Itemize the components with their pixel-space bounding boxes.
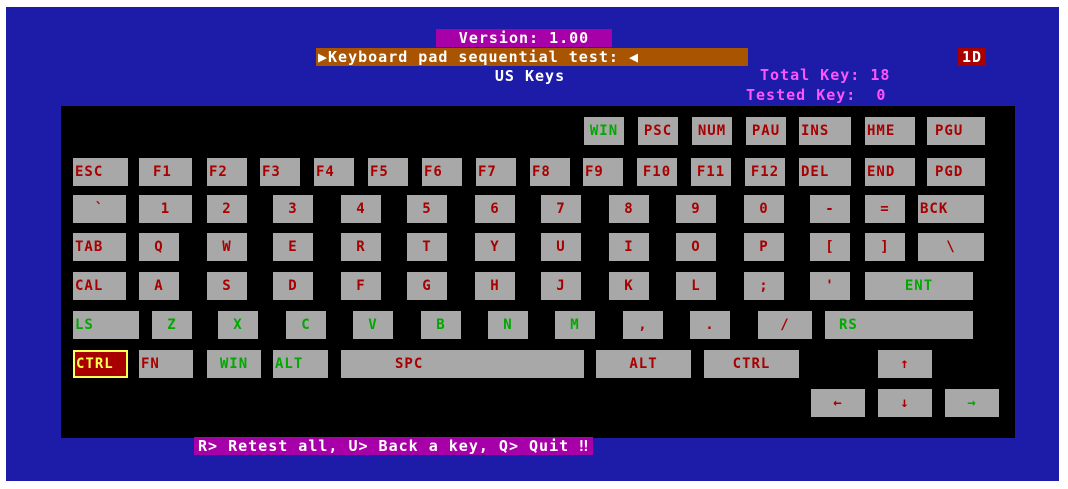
key-t[interactable]: T	[407, 233, 447, 261]
tested-key-count: Tested Key: 0	[746, 86, 887, 104]
key-k[interactable]: K	[609, 272, 649, 300]
key-enter[interactable]: ENT	[865, 272, 973, 300]
key-c[interactable]: C	[286, 311, 326, 339]
key-b[interactable]: B	[421, 311, 461, 339]
key-caps-lock[interactable]: CAL	[73, 272, 126, 300]
key-l[interactable]: L	[676, 272, 716, 300]
key-f5[interactable]: F5	[368, 158, 408, 186]
key-end[interactable]: END	[865, 158, 915, 186]
total-key-count: Total Key: 18	[760, 66, 891, 84]
key-left-bracket[interactable]: [	[810, 233, 850, 261]
test-title: ▶Keyboard pad sequential test: ◀	[316, 48, 748, 66]
key-hme[interactable]: HME	[865, 117, 915, 145]
key-right-alt[interactable]: ALT	[596, 350, 691, 378]
key-h[interactable]: H	[475, 272, 515, 300]
key-7[interactable]: 7	[541, 195, 581, 223]
key-arrow-down[interactable]: ↓	[878, 389, 932, 417]
key-arrow-right[interactable]: →	[945, 389, 999, 417]
key-f2[interactable]: F2	[207, 158, 247, 186]
key-slash[interactable]: /	[758, 311, 812, 339]
key-m[interactable]: M	[555, 311, 595, 339]
key-right-shift[interactable]: RS	[825, 311, 973, 339]
key-f4[interactable]: F4	[314, 158, 354, 186]
key-d[interactable]: D	[273, 272, 313, 300]
key-backspace[interactable]: BCK	[918, 195, 984, 223]
key-1[interactable]: 1	[139, 195, 192, 223]
key-pgu[interactable]: PGU	[927, 117, 985, 145]
key-n[interactable]: N	[488, 311, 528, 339]
key-arrow-left[interactable]: ←	[811, 389, 865, 417]
key-quote[interactable]: '	[810, 272, 850, 300]
key-0[interactable]: 0	[744, 195, 784, 223]
key-f[interactable]: F	[341, 272, 381, 300]
key-f7[interactable]: F7	[476, 158, 516, 186]
key-left-shift[interactable]: LS	[73, 311, 139, 339]
key-6[interactable]: 6	[475, 195, 515, 223]
key-space[interactable]: SPC	[341, 350, 584, 378]
key-5[interactable]: 5	[407, 195, 447, 223]
key-semicolon[interactable]: ;	[744, 272, 784, 300]
key-right-ctrl[interactable]: CTRL	[704, 350, 799, 378]
key-x[interactable]: X	[218, 311, 258, 339]
key-j[interactable]: J	[541, 272, 581, 300]
key-backtick[interactable]: `	[73, 195, 126, 223]
key-w[interactable]: W	[207, 233, 247, 261]
key-f10[interactable]: F10	[637, 158, 677, 186]
key-v[interactable]: V	[353, 311, 393, 339]
key-f8[interactable]: F8	[530, 158, 570, 186]
key-pgd[interactable]: PGD	[927, 158, 985, 186]
code-badge: 1D	[958, 48, 987, 66]
key-p[interactable]: P	[744, 233, 784, 261]
key-r[interactable]: R	[341, 233, 381, 261]
key-f9[interactable]: F9	[583, 158, 623, 186]
version-label: Version: 1.00	[436, 29, 612, 47]
key-ins[interactable]: INS	[799, 117, 851, 145]
key-g[interactable]: G	[407, 272, 447, 300]
key-del[interactable]: DEL	[799, 158, 851, 186]
key-win-bottom[interactable]: WIN	[207, 350, 261, 378]
key-backslash[interactable]: \	[918, 233, 984, 261]
key-f3[interactable]: F3	[260, 158, 300, 186]
key-left-alt[interactable]: ALT	[273, 350, 328, 378]
key-q[interactable]: Q	[139, 233, 179, 261]
key-comma[interactable]: ,	[623, 311, 663, 339]
key-tab[interactable]: TAB	[73, 233, 126, 261]
key-s[interactable]: S	[207, 272, 247, 300]
key-3[interactable]: 3	[273, 195, 313, 223]
key-i[interactable]: I	[609, 233, 649, 261]
key-fn[interactable]: FN	[139, 350, 193, 378]
key-psc[interactable]: PSC	[638, 117, 678, 145]
key-period[interactable]: .	[690, 311, 730, 339]
layout-label: US Keys	[494, 67, 566, 85]
key-arrow-up[interactable]: ↑	[878, 350, 932, 378]
key-f12[interactable]: F12	[745, 158, 785, 186]
key-8[interactable]: 8	[609, 195, 649, 223]
command-hint: R> Retest all, U> Back a key, Q> Quit ‼	[194, 437, 594, 455]
key-9[interactable]: 9	[676, 195, 716, 223]
key-u[interactable]: U	[541, 233, 581, 261]
key-4[interactable]: 4	[341, 195, 381, 223]
key-f1[interactable]: F1	[139, 158, 192, 186]
key-minus[interactable]: -	[810, 195, 850, 223]
keyboard-pad: WIN PSC NUM PAU INS HME PGU ESC F1 F2 F3…	[61, 106, 1015, 438]
key-z[interactable]: Z	[152, 311, 192, 339]
key-right-bracket[interactable]: ]	[865, 233, 905, 261]
key-y[interactable]: Y	[475, 233, 515, 261]
key-f6[interactable]: F6	[422, 158, 462, 186]
key-e[interactable]: E	[273, 233, 313, 261]
key-o[interactable]: O	[676, 233, 716, 261]
key-f11[interactable]: F11	[691, 158, 731, 186]
key-num[interactable]: NUM	[692, 117, 732, 145]
key-a[interactable]: A	[139, 272, 179, 300]
key-esc[interactable]: ESC	[73, 158, 128, 186]
key-left-ctrl[interactable]: CTRL	[73, 350, 128, 378]
key-2[interactable]: 2	[207, 195, 247, 223]
key-equals[interactable]: =	[865, 195, 905, 223]
key-win-top[interactable]: WIN	[584, 117, 624, 145]
key-pau[interactable]: PAU	[746, 117, 786, 145]
